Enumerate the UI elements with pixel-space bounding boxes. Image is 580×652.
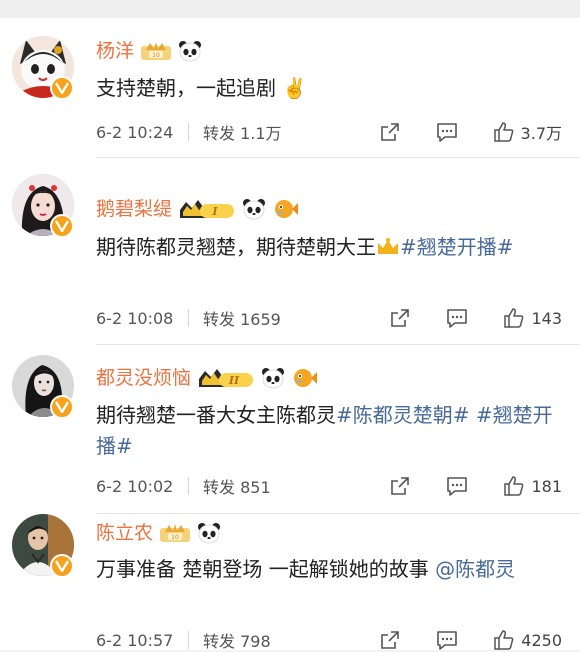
share-box-icon[interactable]: [389, 307, 411, 329]
comment-meta: 6-2 10:24 转发 1.1万 3.7万: [96, 120, 562, 144]
panda-icon: [243, 199, 266, 220]
comment-bubble-icon[interactable]: [435, 121, 459, 143]
thumbs-up-icon: [504, 308, 524, 328]
comment-text: 支持楚朝，一起追剧 ✌️: [96, 73, 566, 104]
pufferfish-icon: [275, 200, 299, 218]
pufferfish-icon: [294, 369, 318, 387]
timestamp: 6-2 10:24: [96, 122, 174, 142]
verified-v-icon: [50, 554, 74, 578]
username[interactable]: 陈立农: [96, 520, 153, 546]
verified-v-icon: [50, 214, 74, 238]
timestamp: 6-2 10:57: [96, 630, 174, 650]
like-button[interactable]: 4250: [493, 629, 562, 651]
comment-text: 期待陈都灵翘楚，期待楚朝大王 #翘楚开播#: [96, 232, 566, 263]
share-box-icon[interactable]: [379, 629, 401, 651]
verified-v-icon: [50, 395, 74, 419]
username[interactable]: 鹅碧梨缇: [96, 196, 172, 222]
comment-meta: 6-2 10:57 转发 798 4250: [96, 628, 562, 652]
divider-line: [188, 477, 189, 495]
crown-icon: 10: [160, 524, 191, 542]
comment-bubble-icon[interactable]: [435, 629, 459, 651]
timestamp: 6-2 10:08: [96, 308, 174, 328]
comment-text: 期待翘楚一番大女主陈都灵#陈都灵楚朝# #翘楚开播#: [96, 400, 566, 462]
comment-bubble-icon[interactable]: [445, 475, 469, 497]
action-bar: 143: [389, 307, 562, 329]
crown-icon: [378, 238, 398, 254]
like-button[interactable]: 3.7万: [493, 120, 562, 144]
repost-count[interactable]: 转发 851: [203, 474, 271, 498]
hashtag-link[interactable]: #翘楚开播#: [400, 235, 514, 259]
crown-icon: I: [180, 200, 235, 218]
comment-text-body: 期待陈都灵翘楚，期待楚朝大王: [96, 235, 376, 259]
panda-icon: [179, 41, 202, 62]
timestamp: 6-2 10:02: [96, 476, 174, 496]
comment-text-body: 万事准备 楚朝登场 一起解锁她的故事: [96, 557, 436, 581]
comments-panel: 杨洋 10 支持楚朝，一起追剧 ✌️ 6-2 10:24 转发 1.1万 3.7…: [0, 18, 580, 652]
name-row: 陈立农 10: [96, 520, 221, 546]
thumbs-up-icon: [494, 630, 514, 650]
comment-text-body: 支持楚朝，一起追剧 ✌️: [96, 76, 308, 100]
like-count: 143: [531, 308, 562, 328]
comment-divider: [96, 157, 580, 158]
mention-link[interactable]: @陈都灵: [435, 557, 515, 581]
crown-icon: II: [199, 369, 254, 387]
like-button[interactable]: 181: [503, 475, 562, 497]
like-count: 4250: [521, 630, 562, 650]
rank-badge-label: II: [228, 374, 240, 387]
comment-divider: [96, 513, 580, 514]
comment-meta: 6-2 10:02 转发 851 181: [96, 474, 562, 498]
action-bar: 181: [389, 475, 562, 497]
name-row: 杨洋 10: [96, 38, 202, 64]
thumbs-up-icon: [493, 122, 513, 142]
crown-icon: 10: [141, 42, 172, 60]
share-box-icon[interactable]: [379, 121, 401, 143]
name-row: 鹅碧梨缇 I: [96, 196, 299, 222]
action-bar: 4250: [379, 629, 562, 651]
username[interactable]: 杨洋: [96, 38, 134, 64]
like-count: 3.7万: [520, 124, 562, 143]
svg-text:10: 10: [152, 52, 160, 59]
repost-count[interactable]: 转发 1.1万: [203, 120, 282, 144]
top-strip: [0, 0, 580, 18]
panda-icon: [198, 523, 221, 544]
comment-text: 万事准备 楚朝登场 一起解锁她的故事 @陈都灵: [96, 554, 566, 585]
divider-line: [188, 631, 189, 649]
svg-text:10: 10: [171, 534, 179, 541]
panda-icon: [262, 368, 285, 389]
name-row: 都灵没烦恼 II: [96, 365, 318, 391]
divider-line: [188, 309, 189, 327]
like-button[interactable]: 143: [503, 307, 562, 329]
repost-count[interactable]: 转发 1659: [203, 306, 281, 330]
comment-text-body: 期待翘楚一番大女主陈都灵: [96, 403, 336, 427]
verified-v-icon: [50, 76, 74, 100]
thumbs-up-icon: [504, 476, 524, 496]
username[interactable]: 都灵没烦恼: [96, 365, 191, 391]
share-box-icon[interactable]: [389, 475, 411, 497]
divider-line: [188, 123, 189, 141]
repost-count[interactable]: 转发 798: [203, 628, 271, 652]
comment-bubble-icon[interactable]: [445, 307, 469, 329]
rank-badge-label: I: [211, 205, 218, 218]
comment-meta: 6-2 10:08 转发 1659 143: [96, 306, 562, 330]
action-bar: 3.7万: [379, 120, 562, 144]
like-count: 181: [531, 476, 562, 496]
comment-divider: [96, 344, 580, 345]
